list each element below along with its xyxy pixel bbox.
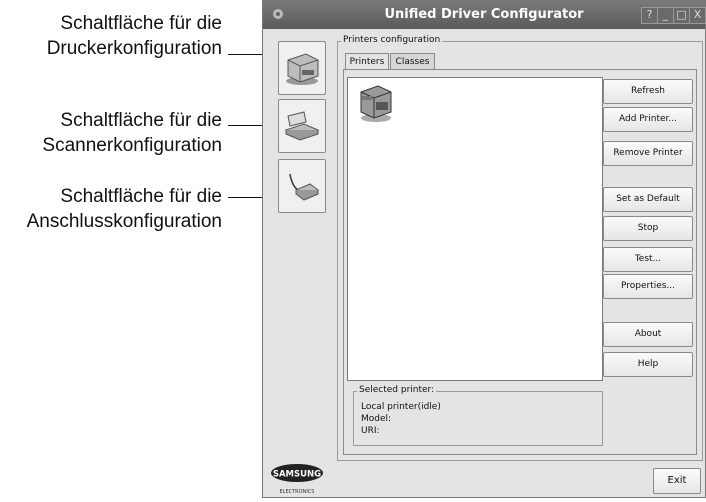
exit-button[interactable]: Exit [653,468,701,494]
svg-text:ELECTRONICS: ELECTRONICS [280,489,315,495]
maximize-button[interactable]: □ [673,7,690,24]
refresh-button[interactable]: Refresh [603,79,693,104]
callout-scanner-config: Schaltfläche für die Scannerkonfiguratio… [0,108,222,158]
close-button[interactable]: X [689,7,706,24]
printers-configuration-legend: Printers configuration [341,35,443,45]
samsung-logo: SAMSUNG ELECTRONICS [269,461,325,497]
callout-scanner-line2: Scannerkonfiguration [42,135,222,156]
scanner-icon [284,111,320,141]
callout-port-config: Schaltfläche für die Anschlusskonfigurat… [0,184,222,234]
set-as-default-button[interactable]: Set as Default [603,187,693,212]
remove-printer-button[interactable]: Remove Printer [603,141,693,166]
callout-printer-config: Schaltfläche für die Druckerkonfiguratio… [0,11,222,61]
callout-printer-line2: Druckerkonfiguration [46,38,222,59]
callout-printer-line1: Schaltfläche für die [60,13,222,34]
callout-scanner-line1: Schaltfläche für die [60,110,222,131]
printer-list[interactable] [347,77,603,381]
test-button[interactable]: Test... [603,247,693,272]
title-bar[interactable]: Unified Driver Configurator ? _ □ X [263,1,706,29]
printer-icon [286,53,319,85]
callout-port-line1: Schaltfläche für die [60,186,222,207]
tab-printers[interactable]: Printers [345,53,389,70]
printer-config-button[interactable] [278,41,326,95]
callout-port-line2: Anschlusskonfiguration [26,211,222,232]
app-window: Unified Driver Configurator ? _ □ X SAMS… [262,0,706,498]
stop-button[interactable]: Stop [603,216,693,241]
selected-printer-uri: URI: [361,426,380,436]
help-button[interactable]: Help [603,352,693,377]
help-title-button[interactable]: ? [641,7,658,24]
selected-printer-status: Local printer(idle) [361,402,441,412]
svg-text:SAMSUNG: SAMSUNG [273,470,321,480]
tab-classes[interactable]: Classes [390,53,435,70]
printer-icon[interactable] [356,82,396,124]
window-title: Unified Driver Configurator [384,7,584,22]
port-icon [289,173,319,201]
selected-printer-legend: Selected printer: [357,385,437,395]
properties-button[interactable]: Properties... [603,274,693,299]
about-button[interactable]: About [603,322,693,347]
scanner-config-button[interactable] [278,99,326,153]
selected-printer-model: Model: [361,414,392,424]
port-config-button[interactable] [278,159,326,213]
add-printer-button[interactable]: Add Printer... [603,107,693,132]
minimize-button[interactable]: _ [657,7,674,24]
